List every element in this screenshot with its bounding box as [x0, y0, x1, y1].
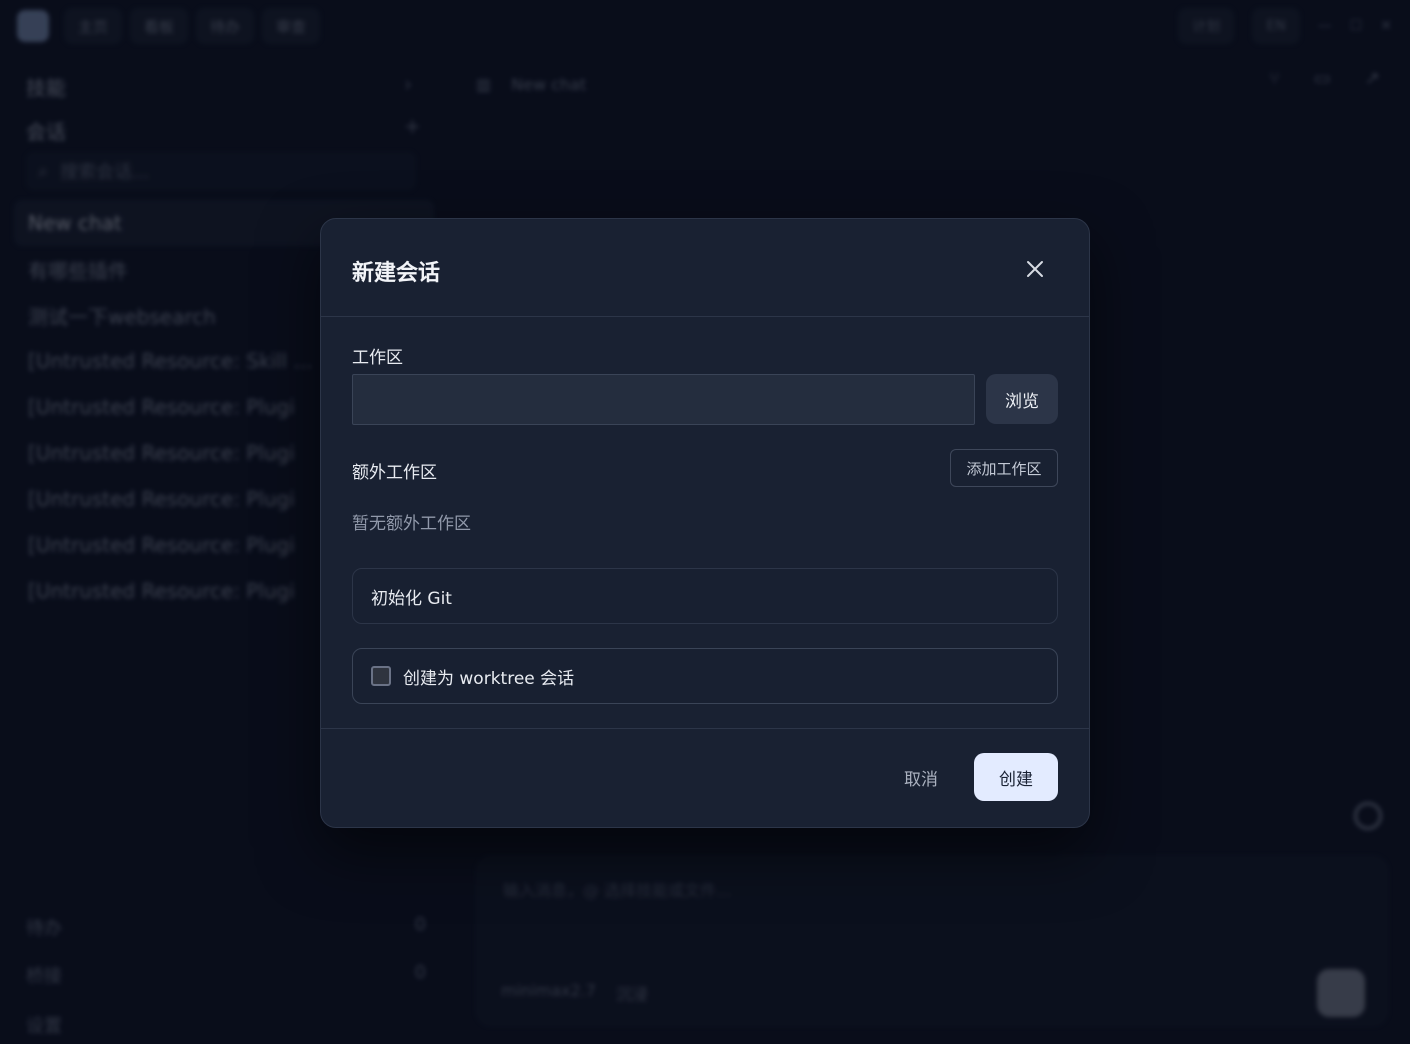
create-button[interactable]: 创建	[974, 753, 1058, 801]
worktree-checkbox[interactable]	[371, 666, 391, 686]
init-git-label: 初始化 Git	[371, 588, 452, 609]
extra-workspace-empty-text: 暂无额外工作区	[352, 514, 471, 534]
app-window: 主页 看板 待办 审查 计划 EN — ☐ ✕ 技能 › 会话 + ⌕ 搜索会话…	[0, 0, 1410, 1044]
close-icon	[1027, 261, 1043, 277]
dialog-footer: 取消 创建	[321, 728, 1089, 827]
workspace-input[interactable]	[352, 374, 975, 425]
extra-workspace-label: 额外工作区	[352, 463, 437, 483]
init-git-option[interactable]: 初始化 Git	[352, 568, 1058, 624]
worktree-option[interactable]: 创建为 worktree 会话	[352, 648, 1058, 704]
workspace-label: 工作区	[352, 348, 403, 368]
close-button[interactable]	[1019, 253, 1051, 285]
add-workspace-button[interactable]: 添加工作区	[950, 449, 1058, 487]
browse-button[interactable]: 浏览	[986, 374, 1058, 424]
worktree-label: 创建为 worktree 会话	[403, 668, 575, 689]
dialog-title: 新建会话	[352, 261, 441, 286]
dialog-header: 新建会话	[321, 219, 1089, 317]
cancel-button[interactable]: 取消	[889, 754, 953, 800]
new-chat-dialog: 新建会话 工作区 浏览 额外工作区 添加工作区 暂无额外工作区 初始化 Git …	[320, 218, 1090, 828]
